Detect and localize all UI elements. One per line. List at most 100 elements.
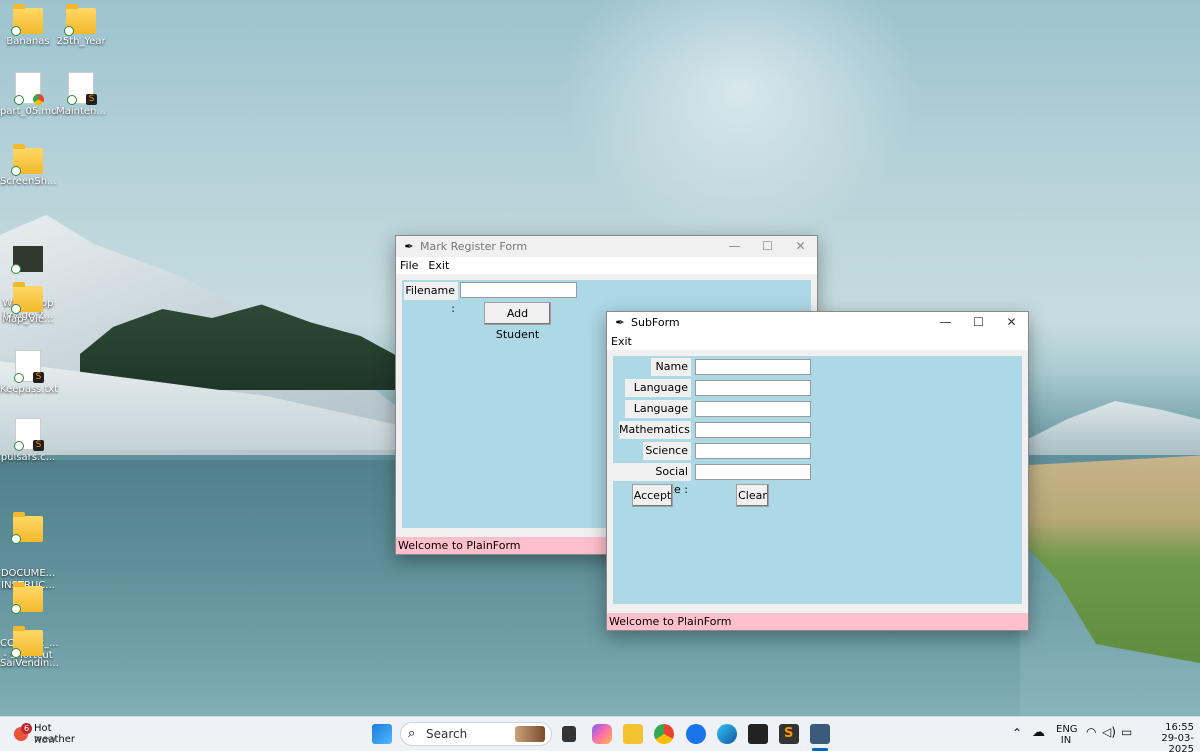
clock[interactable]: 16:55 29-03-2025 [1140,722,1194,755]
document-icon: S [14,350,44,383]
chevron-up-icon[interactable]: ⌃ [1012,726,1022,740]
folder-icon [11,512,43,544]
sky-glow [560,0,920,240]
science-label: Science : [643,442,691,475]
subform-window: ✒ SubForm — ☐ ✕ Exit Name : Language 1 :… [606,311,1029,631]
taskbar-search[interactable]: ⌕ Search [400,722,552,746]
desktop-icon-bananas[interactable]: Bananas [0,4,56,48]
search-icon: ⌕ [408,726,416,741]
app-icon[interactable] [686,724,706,744]
desktop-icon-label: pulsars.c... [0,452,56,463]
sublime-badge-icon: S [33,372,44,383]
title-bar[interactable]: ✒ SubForm — ☐ ✕ [607,312,1028,333]
sync-check-icon [67,95,77,105]
desktop-icon-map-vie[interactable]: Map_Vie... [0,282,56,326]
menu-exit[interactable]: Exit [611,335,632,348]
task-view-icon[interactable] [562,726,576,742]
minimize-button[interactable]: — [929,312,962,333]
clock-date: 29-03-2025 [1161,733,1194,755]
desktop-icon-label: Map_Vie... [2,314,54,325]
mathematics-label: Mathematics : [619,421,691,454]
menu-bar: Exit [607,333,1028,350]
language1-input[interactable] [695,380,811,396]
weather-badge: 6 [21,723,32,734]
language1-label: Language 1 : [625,379,691,412]
language-indicator[interactable]: ENG IN [1056,724,1078,746]
desktop-icon-whatsapp-image[interactable]: WhatsApp Image 2... [0,222,56,346]
desktop-icon-screensh[interactable]: ScreenSh... [0,144,57,188]
desktop-icon-part-05[interactable]: part_05.md [0,72,58,118]
social-science-label: Social Science : [613,463,691,496]
mountain-right [1020,401,1200,455]
desktop-icon-25th-year[interactable]: 25th_Year [53,4,109,48]
copilot-icon[interactable] [592,724,612,744]
science-input[interactable] [695,443,811,459]
social-science-input[interactable] [695,464,811,480]
search-highlight-icon [515,726,545,742]
sync-check-icon [14,95,24,105]
chrome-icon[interactable] [654,724,674,744]
name-input[interactable] [695,359,811,375]
sync-check-icon [11,304,21,314]
language2-input[interactable] [695,401,811,417]
desktop-icon-label: part_05.md [0,106,58,117]
tk-feather-icon: ✒ [404,240,414,253]
filename-input[interactable] [460,282,577,298]
add-student-button[interactable]: Add Student [484,302,551,341]
language2-label: Language 2 : [625,400,691,433]
mathematics-input[interactable] [695,422,811,438]
file-explorer-icon[interactable] [623,724,643,744]
filename-label: Filename : [404,282,458,315]
onedrive-cloud-icon[interactable]: ☁ [1032,725,1045,740]
desktop-icon-mainten[interactable]: S Mainten... [53,72,109,118]
tk-feather-icon: ✒ [615,316,625,329]
window-title: SubForm [631,316,680,329]
desktop-icon-label: Mainten... [56,106,106,117]
title-bar[interactable]: ✒ Mark Register Form — ☐ ✕ [396,236,817,257]
clear-button[interactable]: Clear [736,484,769,507]
desktop-icon-label: SaiVendin... [0,658,59,669]
minimize-button[interactable]: — [718,236,751,257]
name-label: Name : [651,358,691,391]
desktop-icon-saivendin[interactable]: SaiVendin... [0,626,59,670]
folder-icon [11,282,43,314]
sync-check-icon [11,648,21,658]
menu-exit[interactable]: Exit [428,259,449,272]
battery-icon[interactable]: ▭ [1121,725,1132,739]
desktop-icon-keepass[interactable]: S Keepass.txt [0,350,59,396]
sublime-text-icon[interactable]: S [779,724,799,744]
maximize-button[interactable]: ☐ [751,236,784,257]
taskbar: 6 Hot weather Now ⌕ Search S ⌃ ☁ ENG IN … [0,716,1200,755]
sync-check-icon [11,26,21,36]
terminal-icon[interactable] [748,724,768,744]
volume-icon[interactable]: ◁) [1102,725,1116,739]
close-button[interactable]: ✕ [784,236,817,257]
windows-start-icon[interactable] [372,724,392,744]
close-button[interactable]: ✕ [995,312,1028,333]
edge-icon[interactable] [717,724,737,744]
desktop-icon-label: ScreenSh... [0,176,57,187]
sync-check-icon [11,264,21,274]
document-icon: S [14,418,44,451]
language-code: ENG [1056,724,1078,735]
accept-button[interactable]: Accept [632,484,673,507]
maximize-button[interactable]: ☐ [962,312,995,333]
region-code: IN [1060,735,1072,746]
python-tk-icon[interactable] [810,724,830,744]
sync-check-icon [11,534,21,544]
weather-widget[interactable]: 6 Hot weather Now [12,722,92,748]
desktop-icon-label: Keepass.txt [0,384,59,395]
folder-icon [11,626,43,658]
sync-check-icon [64,26,74,36]
desktop-icon-label: Bananas [6,36,50,47]
sync-check-icon [14,373,24,383]
folder-icon [11,144,43,176]
chrome-badge-icon [33,94,44,105]
desktop-icon-pulsars[interactable]: S pulsars.c... [0,418,56,464]
wifi-icon[interactable]: ◠ [1086,725,1096,739]
grass-field [1020,455,1200,665]
sync-check-icon [11,604,21,614]
desktop-icon-label: 25th_Year [56,36,106,47]
menu-file[interactable]: File [400,259,418,272]
search-placeholder: Search [426,727,468,741]
